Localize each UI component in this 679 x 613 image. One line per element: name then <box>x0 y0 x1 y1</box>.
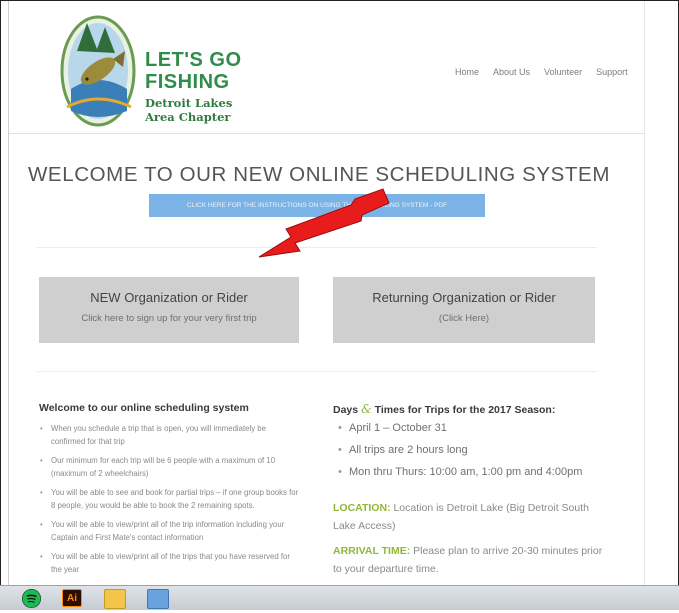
days-heading-prefix: Days <box>333 404 359 416</box>
page-title: WELCOME TO OUR NEW ONLINE SCHEDULING SYS… <box>27 163 611 186</box>
list-item: All trips are 2 hours long <box>335 443 605 457</box>
welcome-list: When you schedule a trip that is open, y… <box>37 422 299 582</box>
spotify-icon[interactable] <box>22 589 41 608</box>
site-header: LET'S GO FISHING Detroit Lakes Area Chap… <box>9 1 644 134</box>
os-taskbar: Ai <box>0 585 679 610</box>
nav-support[interactable]: Support <box>596 67 628 77</box>
returning-card-subtitle: (Click Here) <box>438 313 490 324</box>
nav-home[interactable]: Home <box>455 67 479 77</box>
logo-title-line1: LET'S GO <box>145 49 242 71</box>
logo-subtitle-line1: Detroit Lakes <box>145 96 233 110</box>
ampersand: & <box>361 402 372 416</box>
divider <box>37 247 597 248</box>
app-icon[interactable] <box>147 589 169 609</box>
nav-volunteer[interactable]: Volunteer <box>544 67 582 77</box>
arrival-label: ARRIVAL TIME: <box>333 545 411 557</box>
days-heading-suffix: Times for Trips for the 2017 Season: <box>374 404 556 416</box>
illustrator-icon[interactable]: Ai <box>62 589 82 607</box>
new-organization-card[interactable]: NEW Organization or Rider Click here to … <box>39 277 299 343</box>
folder-icon[interactable] <box>104 589 126 609</box>
days-list: April 1 – October 31 All trips are 2 hou… <box>335 421 605 487</box>
arrival-paragraph: ARRIVAL TIME: Please plan to arrive 20-3… <box>333 542 608 578</box>
welcome-heading: Welcome to our online scheduling system <box>39 402 249 414</box>
logo-title-line2: FISHING <box>145 71 230 93</box>
browser-screenshot: LET'S GO FISHING Detroit Lakes Area Chap… <box>0 0 679 609</box>
new-card-subtitle: Click here to sign up for your very firs… <box>81 313 257 324</box>
scrollbar-area[interactable] <box>644 1 678 586</box>
logo-subtitle-line2: Area Chapter <box>145 110 231 124</box>
returning-organization-card[interactable]: Returning Organization or Rider (Click H… <box>333 277 595 343</box>
instructions-pdf-button[interactable]: CLICK HERE FOR THE INSTRUCTIONS ON USING… <box>149 194 485 217</box>
location-label: LOCATION: <box>333 502 391 514</box>
location-paragraph: LOCATION: Location is Detroit Lake (Big … <box>333 499 608 535</box>
new-card-title: NEW Organization or Rider <box>90 290 248 305</box>
main-nav: Home About Us Volunteer Support <box>455 67 628 77</box>
list-item: When you schedule a trip that is open, y… <box>37 422 299 448</box>
returning-card-title: Returning Organization or Rider <box>372 290 556 305</box>
divider <box>37 371 597 372</box>
list-item: April 1 – October 31 <box>335 421 605 435</box>
logo-subtitle: Detroit Lakes Area Chapter <box>145 96 232 124</box>
logo-fish-icon[interactable] <box>57 11 139 129</box>
days-heading: Days & Times for Trips for the 2017 Seas… <box>333 402 555 416</box>
list-item: You will be able to view/print all of th… <box>37 550 299 576</box>
list-item: You will be able to view/print all of th… <box>37 518 299 544</box>
logo-title[interactable]: LET'S GO FISHING <box>145 49 242 93</box>
list-item: Mon thru Thurs: 10:00 am, 1:00 pm and 4:… <box>335 465 605 479</box>
list-item: Our minimum for each trip will be 6 peop… <box>37 454 299 480</box>
nav-about-us[interactable]: About Us <box>493 67 530 77</box>
list-item: You will be able to see and book for par… <box>37 486 299 512</box>
